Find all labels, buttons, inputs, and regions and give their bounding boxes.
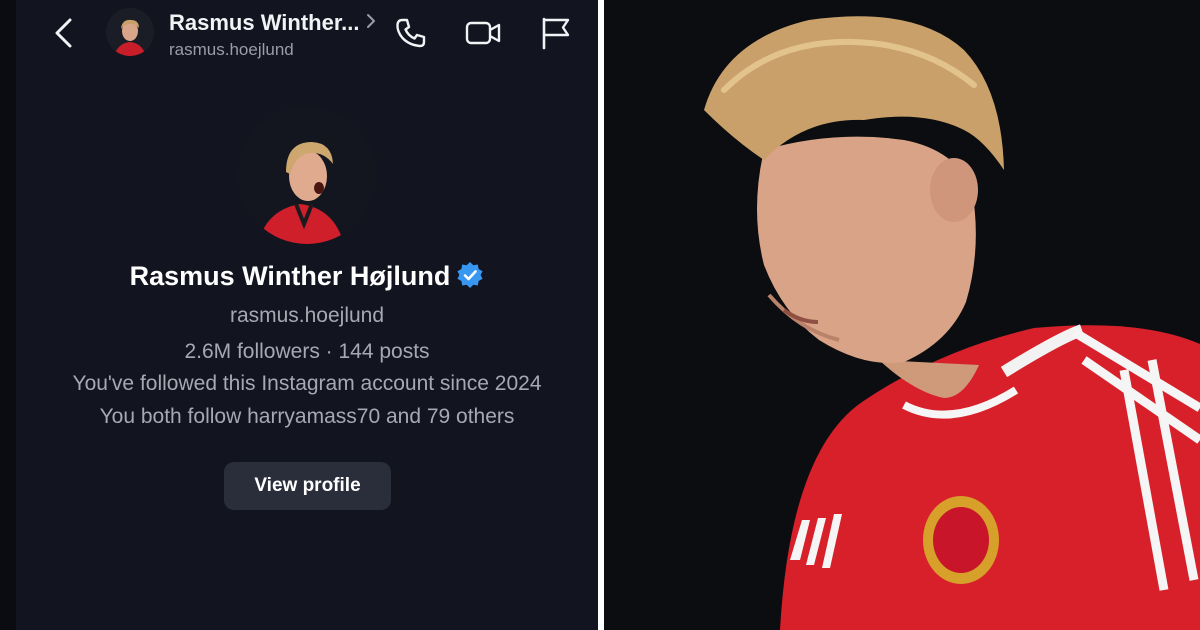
profile-photo: [238, 106, 376, 244]
panel-edge: [0, 0, 16, 630]
profile-username: rasmus.hoejlund: [229, 304, 385, 327]
view-profile-button[interactable]: View profile: [224, 462, 391, 510]
profile-stats: 2.6M followers · 144 posts: [184, 340, 430, 363]
chevron-right-icon[interactable]: [364, 10, 378, 32]
profile-avatar[interactable]: [238, 106, 376, 244]
messenger-chat-panel: Rasmus Winther... rasmus.hoejlund Rasmus…: [0, 0, 598, 630]
header-contact-name[interactable]: Rasmus Winther...: [169, 10, 360, 36]
player-photo: [604, 0, 1200, 630]
chat-header: Rasmus Winther... rasmus.hoejlund: [16, 0, 598, 72]
flag-icon[interactable]: [536, 14, 574, 52]
verified-badge-icon: [457, 262, 483, 288]
profile-name-row: Rasmus Winther Højlund: [16, 261, 598, 292]
profile-full-name: Rasmus Winther Højlund: [129, 261, 451, 291]
phone-icon[interactable]: [392, 14, 430, 52]
header-username: rasmus.hoejlund: [169, 40, 294, 59]
mutual-followers-text: You both follow harryamass70 and 79 othe…: [99, 405, 515, 428]
player-photo-panel: [604, 0, 1200, 630]
avatar-image: [106, 8, 154, 56]
follow-since-text: You've followed this Instagram account s…: [72, 372, 542, 395]
header-avatar[interactable]: [106, 8, 154, 56]
back-arrow-icon[interactable]: [50, 16, 78, 50]
video-camera-icon[interactable]: [464, 14, 502, 52]
